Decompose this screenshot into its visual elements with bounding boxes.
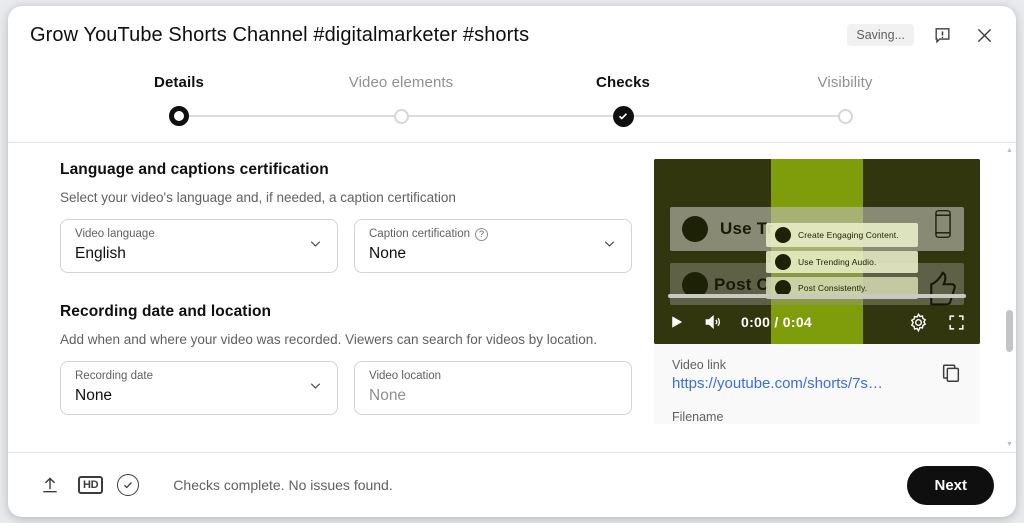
recording-date-value: None (75, 387, 113, 404)
completed-step-dot (612, 105, 634, 127)
stepper-labels: Details Video elements Checks Visibility (8, 74, 1016, 91)
feedback-bubble-icon[interactable] (928, 21, 956, 49)
step-dot-video-elements[interactable] (290, 105, 512, 127)
step-dot-details[interactable] (68, 105, 290, 127)
hd-badge: HD (78, 476, 104, 494)
caption-certification-label-text: Caption certification (369, 228, 470, 240)
header-actions: Saving... (847, 21, 998, 49)
upload-dialog: Grow YouTube Shorts Channel #digitalmark… (8, 6, 1016, 517)
overlay-item-label: Post Consistently. (798, 283, 868, 293)
video-link-panel: Video link https://youtube.com/shorts/7s… (654, 344, 980, 424)
upload-icon[interactable] (36, 471, 64, 499)
inactive-step-dot (837, 108, 853, 124)
dialog-body: Language and captions certification Sele… (8, 143, 1016, 452)
control-buttons: 0:00 / 0:04 (654, 300, 980, 344)
status-badge: Saving... (847, 24, 914, 46)
section-subtitle-recording: Add when and where your video was record… (60, 332, 598, 347)
video-headline-2: Post C (714, 275, 770, 294)
video-language-value: English (75, 245, 126, 262)
play-icon[interactable] (668, 313, 685, 331)
fullscreen-icon[interactable] (947, 313, 966, 332)
overlay-item: Create Engaging Content. (766, 223, 918, 247)
recording-date-label: Recording date (75, 370, 153, 382)
step-label-details[interactable]: Details (68, 74, 290, 91)
caption-certification-label: Caption certification ? (369, 227, 619, 242)
preview-column: Use Tr Post C Create Engaging Content. U… (646, 143, 1016, 452)
overlay-bullet-icon (775, 254, 791, 270)
video-link-value[interactable]: https://youtube.com/shorts/7s… (672, 375, 964, 392)
video-location-label: Video location (369, 370, 442, 382)
volume-icon[interactable] (703, 312, 723, 332)
step-dot-visibility[interactable] (734, 105, 956, 127)
gear-icon[interactable] (908, 312, 929, 333)
player-controls: 0:00 / 0:04 (654, 294, 980, 344)
stepper-track (68, 105, 956, 127)
upload-stepper: Details Video elements Checks Visibility (8, 64, 1016, 142)
video-preview[interactable]: Use Tr Post C Create Engaging Content. U… (654, 159, 980, 344)
close-icon[interactable] (970, 21, 998, 49)
video-location-value: None (369, 387, 407, 404)
section-title-language: Language and captions certification (60, 161, 329, 178)
step-label-checks[interactable]: Checks (512, 74, 734, 91)
caption-certification-dropdown[interactable]: Caption certification ? None (354, 219, 632, 273)
scroll-down-arrow-icon[interactable]: ▼ (1006, 441, 1013, 448)
video-language-dropdown[interactable]: Video language English (60, 219, 338, 273)
video-location-input[interactable]: Video location None (354, 361, 632, 415)
step-dot-checks[interactable] (512, 105, 734, 127)
details-form: Language and captions certification Sele… (8, 143, 646, 452)
playback-time: 0:00 / 0:04 (741, 314, 813, 330)
scrollbar-thumb[interactable] (1006, 310, 1013, 352)
link-panel-spacer (672, 392, 964, 410)
video-link-label: Video link (672, 358, 726, 372)
next-button[interactable]: Next (907, 465, 994, 505)
recording-field-row: Recording date None Video location None (60, 361, 646, 415)
overlay-item: Use Trending Audio. (766, 251, 918, 273)
stepper-dots (68, 105, 956, 127)
filename-label: Filename (672, 410, 724, 424)
help-icon[interactable]: ? (475, 228, 488, 241)
step-label-video-elements[interactable]: Video elements (290, 74, 512, 91)
overlay-bullet-icon (775, 227, 791, 243)
overlay-item-label: Use Trending Audio. (798, 257, 877, 267)
inactive-step-dot (393, 108, 409, 124)
step-label-visibility[interactable]: Visibility (734, 74, 956, 91)
scroll-area[interactable]: Language and captions certification Sele… (8, 143, 1016, 452)
page-title: Grow YouTube Shorts Channel #digitalmark… (30, 23, 530, 46)
check-icon (618, 113, 628, 120)
scroll-up-arrow-icon[interactable]: ▲ (1006, 147, 1013, 154)
checks-status-text: Checks complete. No issues found. (173, 477, 393, 493)
language-field-row: Video language English Caption certifica… (60, 219, 646, 273)
dialog-header: Grow YouTube Shorts Channel #digitalmark… (8, 6, 1016, 64)
section-subtitle-language: Select your video's language and, if nee… (60, 190, 456, 205)
recording-date-dropdown[interactable]: Recording date None (60, 361, 338, 415)
check-circle-icon (117, 474, 140, 496)
video-language-label: Video language (75, 228, 155, 240)
active-step-dot (169, 106, 189, 126)
progress-bar[interactable] (668, 294, 966, 298)
overlay-item-label: Create Engaging Content. (798, 230, 899, 240)
scrollbar[interactable]: ▲ ▼ (1005, 145, 1014, 450)
phone-icon (932, 209, 954, 244)
copy-icon[interactable] (940, 362, 962, 389)
caption-certification-value: None (369, 245, 407, 262)
chevron-down-icon (307, 377, 324, 399)
chevron-down-icon (601, 235, 618, 257)
dialog-footer: HD Checks complete. No issues found. Nex… (8, 453, 1016, 517)
chevron-down-icon (307, 235, 324, 257)
video-bullet-dot (682, 216, 708, 242)
section-title-recording: Recording date and location (60, 303, 272, 320)
